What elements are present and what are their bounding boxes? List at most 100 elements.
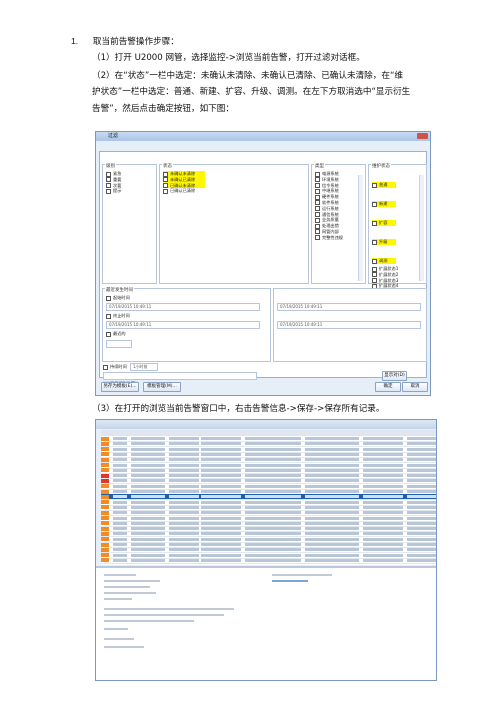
table-cell — [169, 505, 199, 509]
table-cell — [407, 505, 436, 509]
table-cell — [131, 495, 165, 499]
table-cell — [201, 442, 241, 446]
end-time-checkbox[interactable]: 终止时间 — [106, 313, 130, 319]
table-cell — [363, 511, 403, 515]
start-time-checkbox[interactable]: 起始时间 — [106, 295, 130, 301]
level-checkbox[interactable]: 提示 — [106, 188, 156, 194]
maint-checkbox[interactable]: 普通 — [372, 182, 396, 188]
close-icon[interactable] — [417, 133, 428, 139]
table-cell — [113, 458, 127, 462]
cancel-button[interactable]: 取消 — [402, 382, 428, 392]
clear-start-field[interactable]: 07/19/2015 10:49:11 — [277, 303, 421, 311]
table-cell — [131, 490, 165, 493]
severity-icon — [101, 526, 109, 531]
table-cell — [169, 532, 199, 536]
detail-line — [104, 586, 150, 588]
table-cell — [245, 543, 301, 546]
severity-icon — [101, 516, 109, 520]
first-time-title: 最近发生时间 — [105, 288, 134, 294]
table-cell — [305, 532, 359, 536]
duration-field[interactable]: 1小时前 — [130, 363, 158, 371]
clear-end-field[interactable]: 07/19/2015 10:49:11 — [277, 321, 421, 329]
type-scrollbar[interactable] — [358, 175, 363, 281]
recent-value-field[interactable] — [106, 340, 132, 348]
save-template-button[interactable]: 另存为模板(E)... — [101, 382, 139, 392]
maint-checkbox[interactable]: 扩容 — [372, 220, 396, 226]
table-cell — [245, 558, 301, 562]
table-cell — [245, 484, 301, 488]
table-cell — [407, 484, 436, 488]
type-checkbox[interactable]: 完整性违规 — [315, 235, 359, 241]
table-cell — [131, 463, 165, 467]
dialog-buttons: 另存为模板(E)... 模板管理(M)... 显示对(D) 确定 取消 — [99, 371, 428, 392]
severity-icon — [101, 463, 109, 467]
table-cell — [113, 543, 127, 546]
end-time-field[interactable]: 07/19/2015 10:49:11 — [106, 321, 260, 329]
severity-icon — [101, 468, 109, 473]
table-cell — [201, 468, 241, 472]
maint-panel: 维护状态 普通新建扩容升级调测扩展状态1扩展状态2扩展状态3扩展状态4扩展状态5… — [368, 164, 427, 306]
table-cell — [245, 474, 301, 478]
table-cell — [201, 532, 241, 536]
table-cell — [201, 527, 241, 531]
table-cell — [305, 500, 359, 504]
table-cell — [201, 458, 241, 462]
table-cell — [363, 521, 403, 525]
table-cell — [169, 553, 199, 557]
severity-icon — [101, 478, 109, 483]
table-cell — [131, 484, 165, 488]
maint-checkbox[interactable]: 新建 — [372, 201, 396, 207]
severity-icon — [101, 547, 109, 552]
table-cell — [201, 452, 241, 456]
ok-button[interactable]: 确定 — [375, 382, 401, 392]
detail-link[interactable] — [272, 580, 308, 582]
table-cell — [305, 484, 359, 488]
severity-icon — [101, 436, 109, 441]
table-cell — [305, 447, 359, 451]
table-cell — [169, 511, 199, 515]
table-cell — [113, 553, 127, 557]
more-button[interactable]: 显示对(D) — [382, 371, 407, 381]
duration-checkbox[interactable]: 持续时间 — [103, 364, 127, 370]
table-cell — [245, 553, 301, 557]
recent-checkbox[interactable]: 最近的 — [106, 331, 126, 337]
table-cell — [201, 500, 241, 504]
table-cell — [363, 495, 403, 499]
table-cell — [407, 447, 436, 451]
table-cell — [113, 548, 127, 552]
severity-icon — [101, 447, 109, 452]
table-cell — [169, 516, 199, 520]
table-cell — [113, 437, 127, 440]
severity-icon — [101, 484, 109, 489]
maint-scrollbar[interactable] — [419, 175, 424, 281]
table-cell — [363, 484, 403, 488]
table-row[interactable] — [101, 558, 436, 564]
table-cell — [201, 511, 241, 515]
extra-filter-field[interactable] — [103, 372, 257, 380]
start-time-field[interactable]: 07/19/2015 10:49:11 — [106, 303, 260, 311]
table-cell — [363, 490, 403, 493]
detail-line — [104, 598, 132, 600]
table-cell — [201, 479, 241, 483]
table-cell — [113, 463, 127, 467]
table-cell — [407, 490, 436, 493]
maint-checkbox[interactable]: 调测 — [372, 258, 396, 264]
alarm-table[interactable] — [101, 436, 436, 565]
maint-checkbox[interactable]: 升级 — [372, 239, 396, 245]
substep-2-line-1: （2）在“状态”一栏中选定：未确认未清除、未确认已清除、已确认未清除，在“维 — [92, 71, 404, 81]
table-cell — [113, 537, 127, 541]
table-cell — [245, 527, 301, 531]
severity-icon — [101, 489, 109, 494]
table-cell — [113, 558, 127, 562]
table-cell — [407, 553, 436, 557]
table-cell — [201, 521, 241, 525]
alarm-toolbar — [96, 420, 436, 429]
table-cell — [113, 442, 127, 446]
table-cell — [131, 558, 165, 562]
table-cell — [305, 548, 359, 552]
table-cell — [113, 521, 127, 525]
table-cell — [169, 558, 199, 562]
state-checkbox[interactable]: 已确认已清除 — [163, 188, 203, 194]
table-cell — [201, 553, 241, 557]
template-manage-button[interactable]: 模板管理(M)... — [143, 382, 181, 392]
